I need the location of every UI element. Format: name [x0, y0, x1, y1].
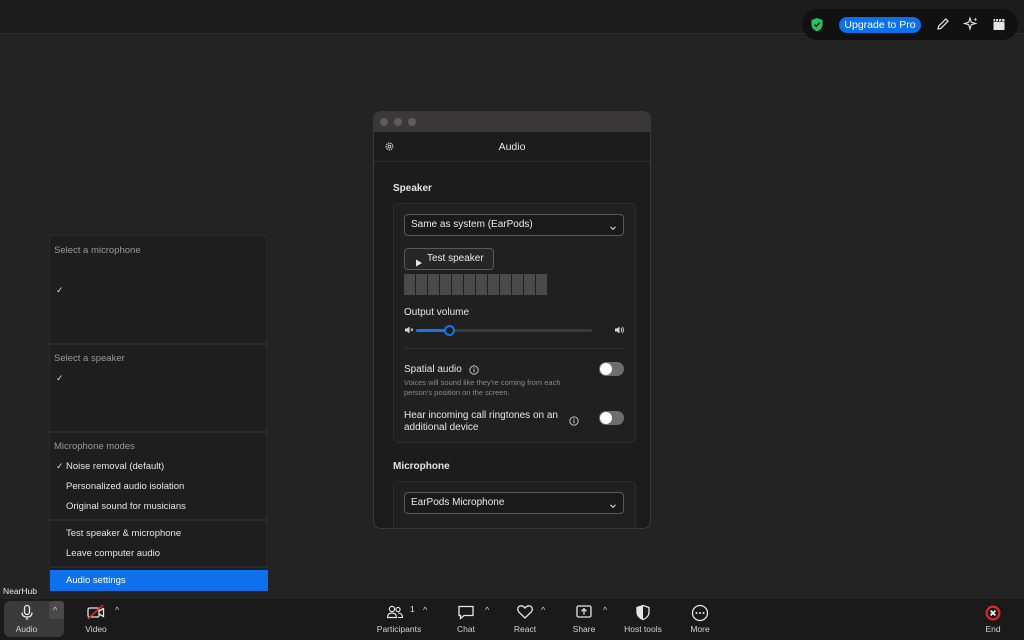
heart-icon [516, 604, 534, 623]
menu-item-test-speaker-microphone[interactable]: Test speaker & microphone [66, 528, 181, 539]
audio-button[interactable]: Audio [4, 599, 49, 640]
spatial-audio-description-line1: Voices will sound like they're coming fr… [404, 378, 561, 387]
react-label: React [513, 624, 537, 634]
upgrade-to-pro-button[interactable]: Upgrade to Pro [839, 17, 921, 33]
chat-button[interactable]: Chat [448, 599, 484, 640]
menu-divider [50, 343, 268, 345]
speaker-panel: Same as system (EarPods) Test speaker Ou… [393, 203, 636, 443]
test-speaker-button[interactable]: Test speaker [404, 248, 494, 270]
participants-count: 1 [410, 604, 415, 614]
more-button[interactable]: More [682, 599, 718, 640]
end-call-icon [984, 604, 1002, 625]
menu-divider [50, 519, 268, 521]
host-tools-label: Host tools [624, 624, 662, 634]
host-tools-button[interactable]: Host tools [620, 599, 666, 640]
ringtone-label-line1: Hear incoming call ringtones on an [404, 410, 558, 421]
menu-divider [50, 566, 268, 568]
dialog-header: Audio [374, 132, 650, 162]
audio-settings-dialog: Audio Speaker Same as system (EarPods) T… [373, 111, 651, 529]
speaker-select[interactable]: Same as system (EarPods) [404, 214, 624, 236]
spatial-audio-toggle[interactable] [599, 362, 624, 376]
speaker-select-value: Same as system (EarPods) [411, 219, 533, 230]
more-dots-icon [691, 604, 709, 625]
select-microphone-header: Select a microphone [54, 245, 141, 256]
chevron-down-icon [609, 220, 617, 240]
microphone-check-mark: ✓ [56, 285, 64, 295]
ringtone-label-line2: additional device [404, 422, 479, 433]
menu-item-noise-removal[interactable]: Noise removal (default) [66, 461, 164, 472]
pencil-icon[interactable] [935, 16, 951, 32]
sparkle-icon[interactable] [962, 16, 979, 32]
dialog-title: Audio [498, 141, 526, 153]
share-screen-icon [575, 604, 593, 623]
meeting-toolbar: Audio ^ Video ^ 1 Participants ^ Chat ^ … [0, 599, 1024, 640]
chevron-down-icon [609, 498, 617, 518]
select-speaker-header: Select a speaker [54, 353, 125, 364]
audio-options-caret[interactable]: ^ [53, 605, 57, 615]
participant-name-label: NearHub [3, 586, 38, 596]
clapperboard-icon[interactable] [991, 16, 1007, 32]
microphone-panel: EarPods Microphone [393, 481, 636, 528]
volume-mute-icon [404, 324, 414, 338]
share-label: Share [572, 624, 596, 634]
video-options-caret[interactable]: ^ [115, 605, 119, 615]
output-volume-slider[interactable] [416, 325, 592, 336]
volume-loud-icon [614, 324, 625, 338]
window-titlebar [374, 112, 650, 132]
share-button[interactable]: Share [566, 599, 602, 640]
output-volume-knob[interactable] [444, 325, 456, 336]
chat-bubble-icon [457, 604, 475, 623]
spatial-audio-label: Spatial audio [404, 364, 462, 375]
speaker-level-meter [404, 274, 547, 295]
menu-divider [50, 431, 268, 433]
video-off-icon [86, 604, 106, 623]
noise-removal-check-mark: ✓ [56, 461, 64, 471]
info-icon[interactable] [469, 364, 479, 378]
spatial-audio-description-line2: person's position on the screen. [404, 388, 510, 397]
ringtone-toggle[interactable] [599, 411, 624, 425]
end-button[interactable]: End [976, 599, 1010, 640]
microphone-icon [19, 604, 35, 625]
speaker-check-mark: ✓ [56, 373, 64, 383]
output-volume-label: Output volume [404, 307, 470, 318]
video-button[interactable]: Video [76, 599, 116, 640]
microphone-modes-header: Microphone modes [54, 441, 135, 452]
play-icon [415, 255, 423, 275]
audio-label: Audio [15, 624, 38, 634]
video-label: Video [85, 624, 107, 634]
microphone-select-value: EarPods Microphone [411, 497, 505, 508]
top-right-controls: Upgrade to Pro [802, 9, 1018, 40]
zoom-window-button[interactable] [408, 118, 416, 126]
menu-item-personalized-isolation[interactable]: Personalized audio isolation [66, 481, 184, 492]
minimize-window-button[interactable] [394, 118, 402, 126]
more-label: More [690, 624, 710, 634]
participants-options-caret[interactable]: ^ [423, 605, 427, 615]
shield-check-icon[interactable] [810, 17, 824, 35]
menu-item-leave-computer-audio[interactable]: Leave computer audio [66, 548, 160, 559]
speaker-divider [404, 348, 626, 349]
participants-icon [386, 604, 404, 623]
chat-options-caret[interactable]: ^ [485, 605, 489, 615]
menu-item-original-sound[interactable]: Original sound for musicians [66, 501, 186, 512]
close-window-button[interactable] [380, 118, 388, 126]
react-options-caret[interactable]: ^ [541, 605, 545, 615]
chat-label: Chat [457, 624, 475, 634]
microphone-section-title: Microphone [393, 461, 450, 472]
info-icon[interactable] [569, 415, 579, 429]
audio-menu: Select a microphone ✓ Select a speaker ✓… [49, 235, 268, 591]
shield-icon [635, 604, 651, 624]
react-button[interactable]: React [507, 599, 543, 640]
menu-item-audio-settings[interactable]: Audio settings [66, 575, 126, 586]
end-label: End [985, 624, 1001, 634]
participants-button[interactable]: 1 Participants [372, 599, 426, 640]
speaker-section-title: Speaker [393, 183, 432, 194]
participants-label: Participants [376, 624, 422, 634]
test-speaker-label: Test speaker [427, 253, 484, 264]
microphone-select[interactable]: EarPods Microphone [404, 492, 624, 514]
share-options-caret[interactable]: ^ [603, 605, 607, 615]
